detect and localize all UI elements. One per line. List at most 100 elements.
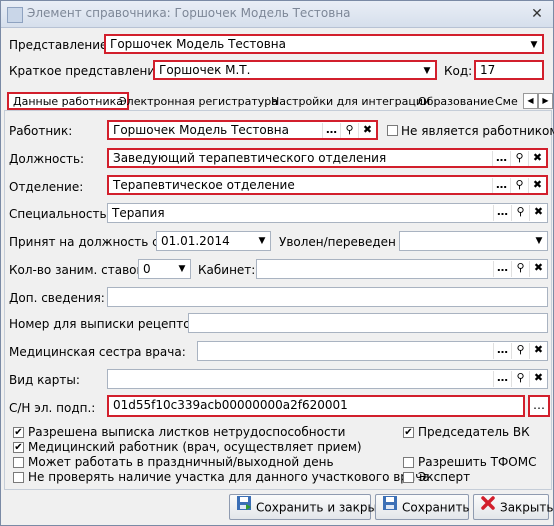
clear-icon[interactable]: ✖ <box>529 205 547 221</box>
save-close-label: Сохранить и закрыть <box>256 500 392 515</box>
hired-label: Принят на должность с: <box>9 235 163 249</box>
tab-bar: Данные работника Электронная регистратур… <box>7 92 553 110</box>
vk-chair-label: Председатель ВК <box>418 425 530 439</box>
select-icon[interactable]: … <box>492 178 510 193</box>
no-district-check-checkbox[interactable] <box>13 472 24 483</box>
code-label: Код: <box>444 64 473 78</box>
specialty-field[interactable]: Терапия … ⚲ ✖ <box>107 203 548 223</box>
rates-value: 0 <box>143 262 151 276</box>
select-icon[interactable]: … <box>493 371 511 387</box>
view-field[interactable]: Горшочек Модель Тестовна ▼ <box>104 34 544 54</box>
close-label: Закрыть <box>500 500 554 515</box>
tab-education[interactable]: Образование <box>418 94 494 110</box>
worker-value: Горшочек Модель Тестовна <box>113 123 289 137</box>
clear-icon[interactable]: ✖ <box>528 178 546 193</box>
short-label: Краткое представление: <box>9 64 167 78</box>
tfoms-checkbox[interactable] <box>403 457 414 468</box>
select-icon[interactable]: … <box>493 343 511 359</box>
sn-field[interactable]: 01d55f10c339acb00000000a2f620001 <box>107 395 525 417</box>
position-label: Должность: <box>9 152 85 166</box>
medical-worker-checkbox[interactable]: ✔ <box>13 442 24 453</box>
chevron-down-icon[interactable]: ▼ <box>528 38 540 52</box>
code-value: 17 <box>480 63 496 77</box>
select-icon[interactable]: … <box>492 151 510 166</box>
window-title: Элемент справочника: Горшочек Модель Тес… <box>27 6 351 20</box>
rates-label: Кол-во заним. ставок: <box>9 263 148 277</box>
save-icon <box>382 495 398 519</box>
chevron-down-icon[interactable]: ▼ <box>176 262 188 276</box>
save-icon <box>236 495 252 519</box>
fired-date-field[interactable]: ▼ <box>399 231 548 251</box>
tab-e-registry[interactable]: Электронная регистратура <box>119 94 278 110</box>
extra-field[interactable] <box>107 287 548 307</box>
title-bar: Элемент справочника: Горшочек Модель Тес… <box>1 1 553 28</box>
sn-value: 01d55f10c339acb00000000a2f620001 <box>113 398 348 412</box>
close-button[interactable]: Закрыть <box>473 494 553 520</box>
fired-label: Уволен/переведен <box>279 235 396 249</box>
clear-icon[interactable]: ✖ <box>529 343 547 359</box>
worker-field[interactable]: Горшочек Модель Тестовна … ⚲ ✖ <box>107 120 378 140</box>
code-field[interactable]: 17 <box>474 60 544 80</box>
not-worker-checkbox[interactable] <box>387 125 398 136</box>
save-button[interactable]: Сохранить <box>375 494 470 520</box>
chevron-down-icon[interactable]: ▼ <box>421 64 433 78</box>
vk-chair-checkbox[interactable]: ✔ <box>403 427 414 438</box>
close-window-icon[interactable]: ✕ <box>529 6 545 22</box>
close-icon <box>480 495 496 519</box>
chevron-down-icon[interactable]: ▼ <box>533 234 545 248</box>
tab-integration[interactable]: Настройки для интеграции <box>271 94 430 110</box>
tab-scroll-left-icon[interactable]: ◀ <box>523 93 538 109</box>
clear-icon[interactable]: ✖ <box>528 151 546 166</box>
nurse-field[interactable]: … ⚲ ✖ <box>197 341 548 361</box>
specialty-label: Специальность: <box>9 207 111 221</box>
hired-date-field[interactable]: 01.01.2014 ▼ <box>156 231 271 251</box>
department-label: Отделение: <box>9 180 84 194</box>
sn-select-button[interactable]: … <box>528 395 550 417</box>
search-icon[interactable]: ⚲ <box>511 261 529 277</box>
recipe-field[interactable] <box>188 313 548 333</box>
cabinet-field[interactable]: … ⚲ ✖ <box>256 259 548 279</box>
short-field[interactable]: Горшочек М.Т. ▼ <box>153 60 437 80</box>
select-icon[interactable]: … <box>493 261 511 277</box>
expert-checkbox[interactable] <box>403 472 414 483</box>
select-icon[interactable]: … <box>322 123 340 138</box>
hired-value: 01.01.2014 <box>161 234 230 248</box>
short-value: Горшочек М.Т. <box>159 63 251 77</box>
not-worker-label: Не является работником <box>401 124 554 138</box>
select-icon[interactable]: … <box>493 205 511 221</box>
medical-worker-label: Медицинский работник (врач, осуществляет… <box>28 440 362 454</box>
chevron-down-icon[interactable]: ▼ <box>256 234 268 248</box>
rates-field[interactable]: 0 ▼ <box>138 259 191 279</box>
search-icon[interactable]: ⚲ <box>511 205 529 221</box>
save-close-button[interactable]: Сохранить и закрыть <box>229 494 391 520</box>
department-field[interactable]: Терапевтическое отделение … ⚲ ✖ <box>107 175 548 195</box>
search-icon[interactable]: ⚲ <box>340 123 358 138</box>
sick-leave-checkbox[interactable]: ✔ <box>13 427 24 438</box>
department-value: Терапевтическое отделение <box>113 178 295 192</box>
holiday-work-label: Может работать в праздничный/выходной де… <box>28 455 334 469</box>
tab-worker-data[interactable]: Данные работника <box>7 92 130 110</box>
position-field[interactable]: Заведующий терапевтического отделения … … <box>107 148 548 168</box>
search-icon[interactable]: ⚲ <box>510 151 528 166</box>
tfoms-label: Разрешить ТФОМС <box>418 455 537 469</box>
position-value: Заведующий терапевтического отделения <box>113 151 387 165</box>
expert-label: Эксперт <box>418 470 471 484</box>
nurse-label: Медицинская сестра врача: <box>9 345 186 359</box>
card-field[interactable]: … ⚲ ✖ <box>107 369 548 389</box>
clear-icon[interactable]: ✖ <box>529 371 547 387</box>
clear-icon[interactable]: ✖ <box>358 123 376 138</box>
view-value: Горшочек Модель Тестовна <box>110 37 286 51</box>
search-icon[interactable]: ⚲ <box>511 343 529 359</box>
tab-shifts[interactable]: Сме <box>495 94 518 110</box>
holiday-work-checkbox[interactable] <box>13 457 24 468</box>
card-label: Вид карты: <box>9 373 80 387</box>
dialog-window: Элемент справочника: Горшочек Модель Тес… <box>0 0 554 526</box>
recipe-label: Номер для выписки рецептов: <box>9 317 202 331</box>
tab-scroll-right-icon[interactable]: ▶ <box>538 93 553 109</box>
view-label: Представление: <box>9 38 112 52</box>
search-icon[interactable]: ⚲ <box>511 371 529 387</box>
no-district-check-label: Не проверять наличие участка для данного… <box>28 470 430 484</box>
specialty-value: Терапия <box>112 206 165 220</box>
search-icon[interactable]: ⚲ <box>510 178 528 193</box>
clear-icon[interactable]: ✖ <box>529 261 547 277</box>
